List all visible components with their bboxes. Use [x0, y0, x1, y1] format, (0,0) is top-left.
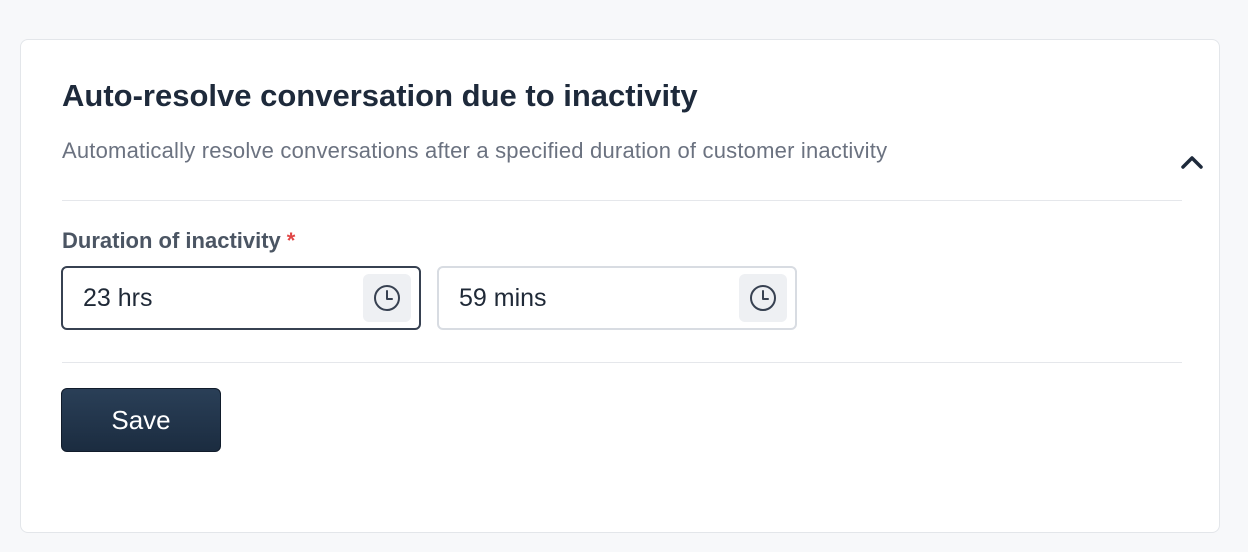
- header-divider: [62, 200, 1182, 201]
- section-subtitle: Automatically resolve conversations afte…: [62, 138, 888, 163]
- minutes-clock-button[interactable]: [739, 274, 787, 322]
- hours-clock-button[interactable]: [363, 274, 411, 322]
- hours-input[interactable]: [63, 267, 345, 329]
- duration-label-text: Duration of inactivity: [62, 228, 281, 253]
- footer-divider: [62, 362, 1182, 363]
- collapse-section-button[interactable]: [1167, 142, 1217, 182]
- chevron-up-icon: [1181, 156, 1203, 169]
- hours-input-container: [61, 266, 421, 330]
- clock-icon: [750, 285, 776, 311]
- minutes-input-container: [437, 266, 797, 330]
- save-button[interactable]: Save: [61, 388, 221, 452]
- section-title: Auto-resolve conversation due to inactiv…: [62, 78, 698, 113]
- minutes-input[interactable]: [439, 267, 721, 329]
- auto-resolve-settings-card: Auto-resolve conversation due to inactiv…: [20, 39, 1220, 533]
- required-marker: *: [286, 228, 296, 253]
- clock-icon: [374, 285, 400, 311]
- duration-label: Duration of inactivity *: [62, 228, 295, 254]
